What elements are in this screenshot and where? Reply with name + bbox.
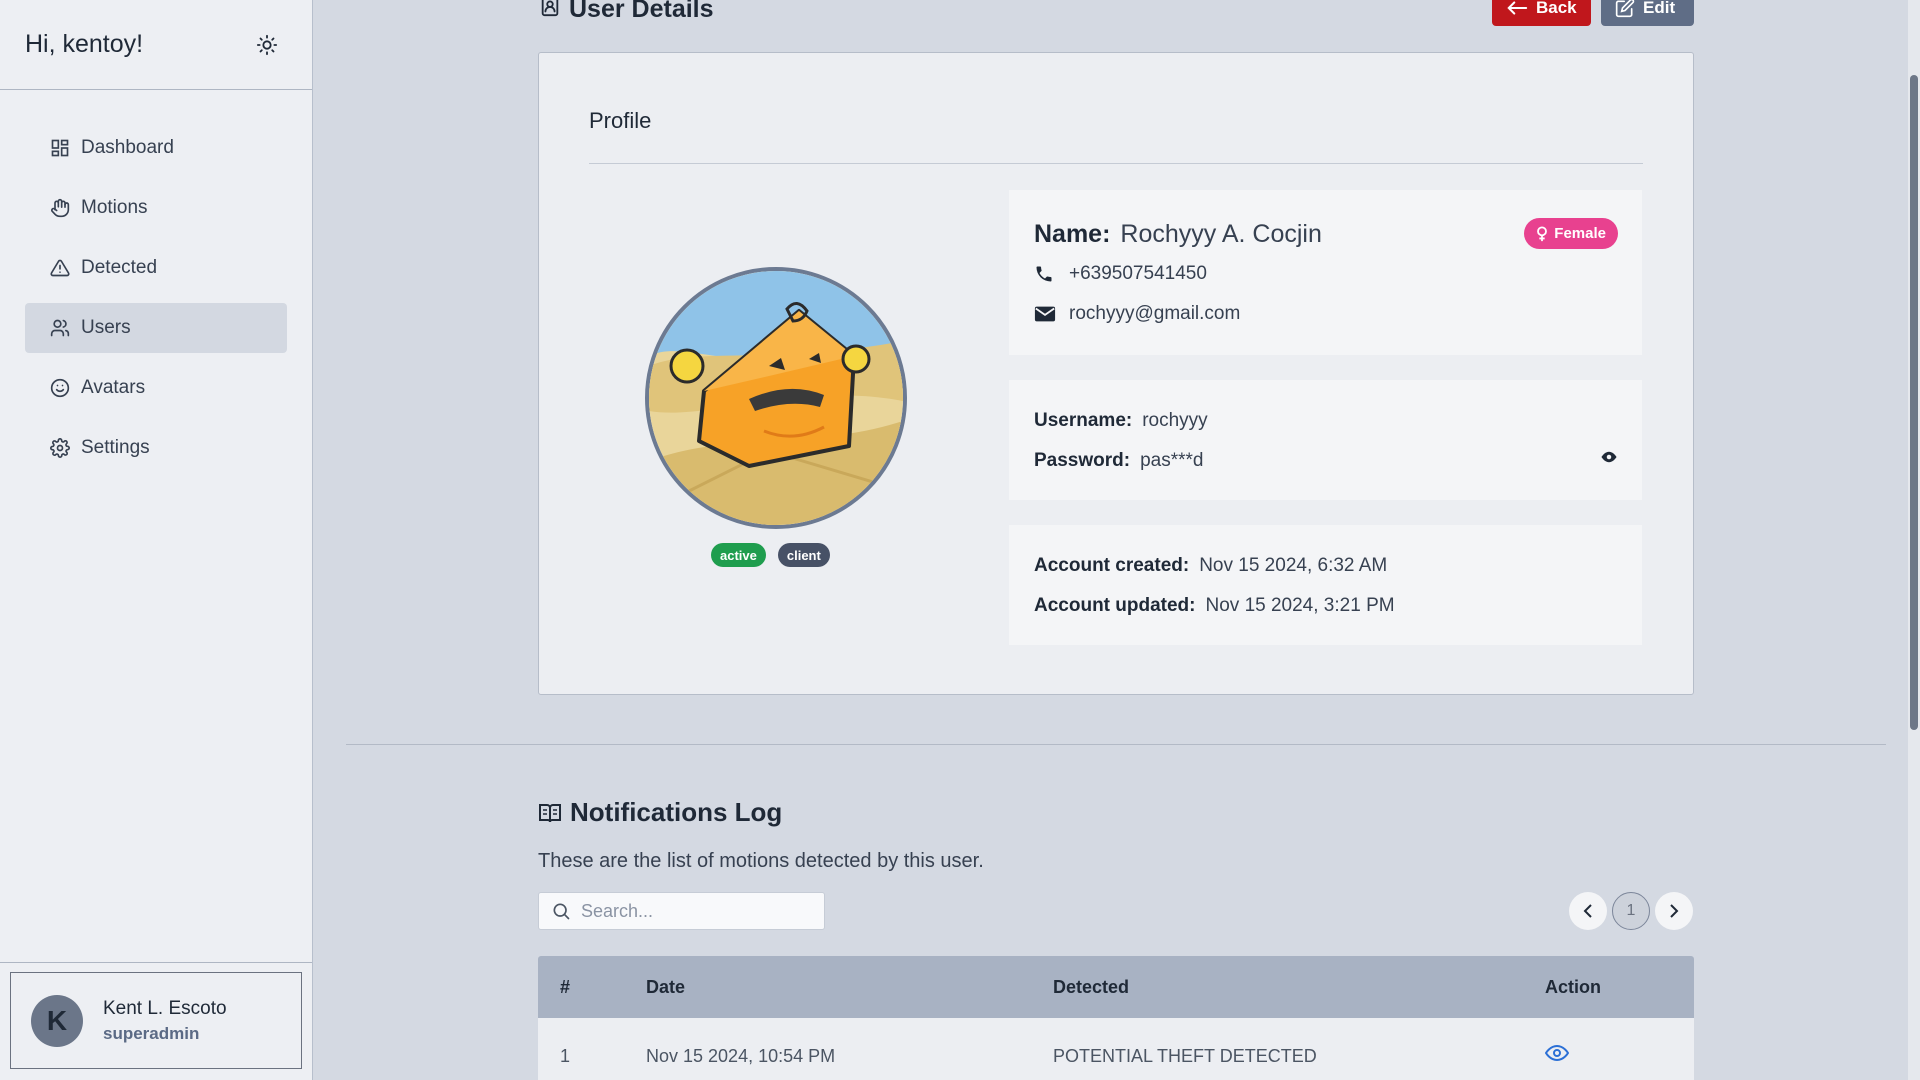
row-date: Nov 15 2024, 10:54 PM — [646, 1045, 836, 1066]
column-header[interactable]: # — [538, 977, 646, 998]
search-box — [538, 892, 825, 930]
user-name: Rochyyy A. Cocjin — [1120, 220, 1322, 248]
sidebar-item-label: Motions — [81, 197, 148, 218]
pagination: 1 — [1569, 892, 1693, 930]
phone-row: +639507541450 — [1034, 263, 1207, 285]
gender-label: Female — [1554, 225, 1606, 242]
username-row: Username: rochyyy — [1034, 410, 1208, 432]
back-button[interactable]: Back — [1492, 0, 1591, 26]
column-header[interactable]: Date — [646, 977, 1053, 998]
sidebar-item-label: Dashboard — [81, 137, 174, 158]
greeting: Hi, kentoy! — [25, 30, 144, 58]
phone-number: +639507541450 — [1069, 263, 1207, 284]
name-label: Name: — [1034, 220, 1111, 248]
password-row: Password: pas***d — [1034, 450, 1203, 472]
current-user-role: superadmin — [103, 1023, 200, 1043]
username-value: rochyyy — [1142, 410, 1208, 431]
sidebar-nav: Dashboard Motions Detected Users Avatars… — [0, 90, 312, 473]
page-number-button[interactable]: 1 — [1612, 892, 1650, 930]
current-user-card[interactable]: K Kent L. Escoto superadmin — [10, 972, 302, 1069]
row-action — [1545, 1044, 1694, 1067]
hand-icon — [49, 197, 71, 219]
gender-badge: Female — [1524, 218, 1618, 249]
search-icon — [551, 901, 571, 921]
arrow-left-icon — [1506, 0, 1528, 16]
sidebar-item-label: Users — [81, 317, 131, 338]
edit-button[interactable]: Edit — [1601, 0, 1694, 26]
column-header[interactable]: Action — [1545, 977, 1694, 998]
female-icon — [1536, 225, 1548, 242]
sidebar-item-motions[interactable]: Motions — [25, 183, 287, 233]
edit-icon — [1615, 0, 1635, 18]
warning-triangle-icon — [49, 257, 71, 279]
envelope-icon — [1034, 305, 1056, 323]
contact-info-box: Name: Rochyyy A. Cocjin Female +63950754… — [1009, 190, 1642, 355]
credentials-box: Username: rochyyy Password: pas***d — [1009, 380, 1642, 500]
next-page-button[interactable] — [1655, 892, 1693, 930]
show-password-eye-icon[interactable] — [1600, 450, 1618, 464]
current-user-name: Kent L. Escoto — [103, 997, 227, 1019]
main-content: User Details Back Edit Profile active cl… — [314, 0, 1920, 1080]
row-detected: POTENTIAL THEFT DETECTED — [1053, 1045, 1317, 1066]
sidebar-item-label: Detected — [81, 257, 158, 278]
updated-value: Nov 15 2024, 3:21 PM — [1205, 595, 1395, 616]
smile-icon — [49, 377, 71, 399]
sidebar-header: Hi, kentoy! — [0, 0, 312, 90]
edit-button-label: Edit — [1643, 0, 1676, 17]
status-badges: active client — [711, 543, 830, 567]
users-icon — [49, 317, 71, 339]
sidebar: Hi, kentoy! Dashboard Motions Detected U… — [0, 0, 313, 1080]
profile-card: Profile active client Name: Rochyyy A. C… — [538, 52, 1694, 695]
sidebar-item-users[interactable]: Users — [25, 303, 287, 353]
sidebar-footer: K Kent L. Escoto superadmin — [0, 962, 312, 1080]
back-button-label: Back — [1536, 0, 1577, 17]
divider — [346, 744, 1886, 745]
status-badge-active: active — [711, 543, 766, 567]
notifications-description: These are the list of motions detected b… — [538, 850, 984, 872]
dashboard-grid-icon — [49, 137, 71, 159]
role-badge-client: client — [777, 543, 830, 567]
sidebar-item-avatars[interactable]: Avatars — [25, 363, 287, 413]
created-value: Nov 15 2024, 6:32 AM — [1199, 555, 1388, 576]
table-row: 1 Nov 15 2024, 10:54 PM POTENTIAL THEFT … — [538, 1018, 1694, 1080]
notifications-title: Notifications Log — [538, 797, 782, 828]
prev-page-button[interactable] — [1569, 892, 1607, 930]
user-card-icon — [539, 0, 561, 25]
page-title-text: User Details — [569, 0, 714, 23]
gear-icon — [49, 437, 71, 459]
updated-label: Account updated: — [1034, 595, 1196, 616]
sidebar-item-settings[interactable]: Settings — [25, 423, 287, 473]
search-input[interactable] — [581, 900, 801, 922]
profile-card-title: Profile — [589, 108, 652, 133]
notifications-title-text: Notifications Log — [570, 797, 783, 827]
table-header: # Date Detected Action — [538, 956, 1694, 1018]
scrollbar-thumb[interactable] — [1910, 75, 1918, 730]
created-row: Account created: Nov 15 2024, 6:32 AM — [1034, 555, 1387, 577]
page-title: User Details — [539, 0, 714, 25]
sun-icon[interactable] — [256, 34, 278, 56]
column-header[interactable]: Detected — [1053, 977, 1545, 998]
sidebar-item-dashboard[interactable]: Dashboard — [25, 123, 287, 173]
notifications-table: # Date Detected Action 1 Nov 15 2024, 10… — [538, 956, 1694, 1080]
phone-icon — [1034, 264, 1056, 284]
email-row: rochyyy@gmail.com — [1034, 303, 1240, 325]
view-eye-icon[interactable] — [1545, 1044, 1569, 1062]
scrollbar[interactable] — [1908, 0, 1920, 1080]
updated-row: Account updated: Nov 15 2024, 3:21 PM — [1034, 595, 1395, 617]
avatar: K — [31, 994, 83, 1047]
email-address: rochyyy@gmail.com — [1069, 303, 1241, 324]
book-icon — [538, 802, 562, 824]
password-value: pas***d — [1140, 450, 1204, 471]
divider — [589, 163, 1643, 164]
name-row: Name: Rochyyy A. Cocjin — [1034, 220, 1322, 249]
sidebar-item-label: Settings — [81, 437, 150, 458]
created-label: Account created: — [1034, 555, 1190, 576]
password-label: Password: — [1034, 450, 1131, 471]
username-label: Username: — [1034, 410, 1133, 431]
sidebar-item-detected[interactable]: Detected — [25, 243, 287, 293]
account-dates-box: Account created: Nov 15 2024, 6:32 AM Ac… — [1009, 525, 1642, 645]
row-number: 1 — [560, 1045, 571, 1066]
sidebar-item-label: Avatars — [81, 377, 146, 398]
profile-avatar-image — [645, 267, 907, 529]
